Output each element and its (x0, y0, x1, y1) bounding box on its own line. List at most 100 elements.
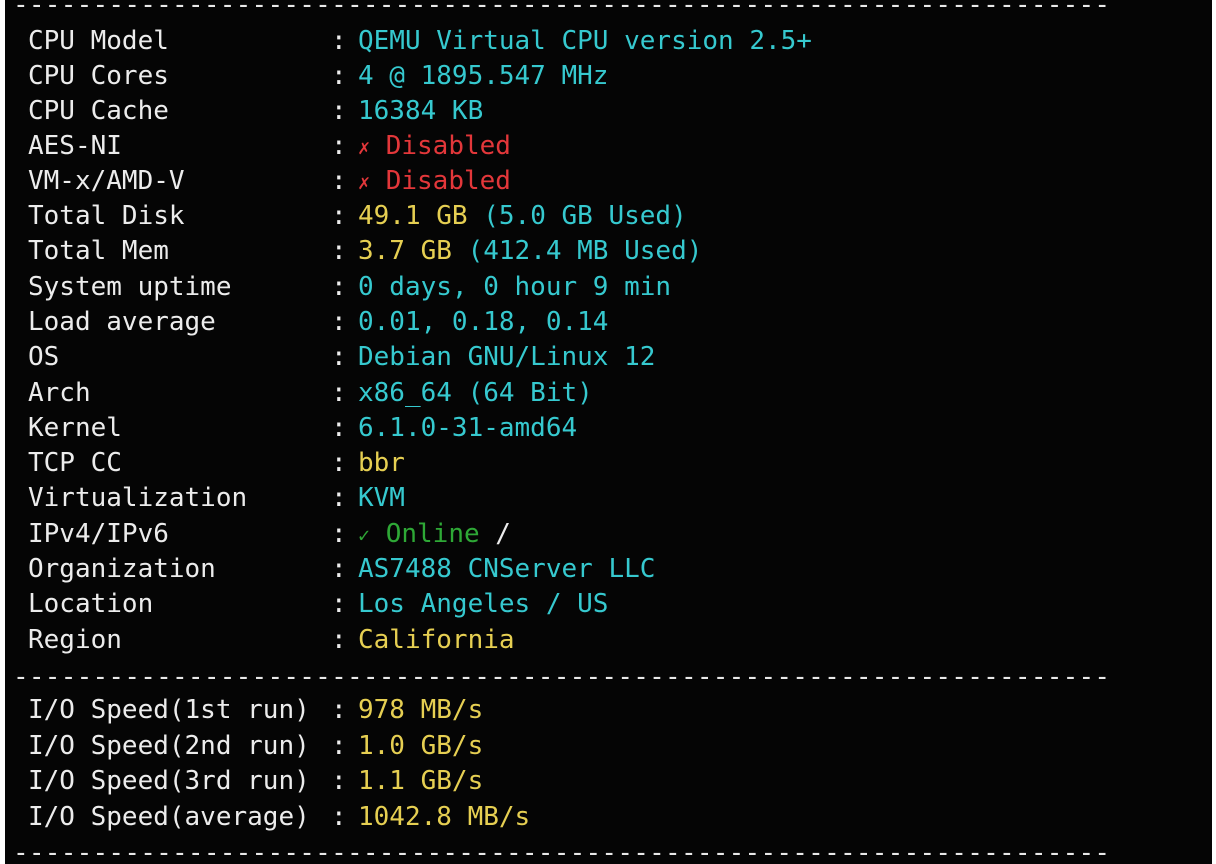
row-label: Region (28, 625, 122, 655)
info-row-aes-ni: AES-NI : ✗ Disabled (28, 129, 511, 163)
row-value: Los Angeles / US (358, 589, 609, 619)
row-value: 978 MB/s (358, 695, 484, 725)
terminal-window: ----------------------------------------… (5, 0, 1212, 864)
row-value: QEMU Virtual CPU version 2.5+ (358, 26, 812, 56)
row-separator: : (331, 61, 347, 91)
row-value-extra: (412.4 MB Used) (467, 236, 703, 266)
info-row-ipv4-ipv6: IPv4/IPv6 : ✓ Online / (28, 517, 511, 551)
row-value-group: ✗ Disabled (358, 129, 511, 164)
row-separator: : (331, 236, 347, 266)
row-separator: : (331, 731, 347, 761)
row-separator: : (331, 413, 347, 443)
row-separator: : (331, 625, 347, 655)
row-label: I/O Speed(3rd run) (28, 766, 310, 796)
row-separator: : (331, 131, 347, 161)
row-separator: : (331, 802, 347, 832)
row-label: Load average (28, 307, 216, 337)
row-label: Total Disk (28, 201, 185, 231)
row-value: x86_64 (64 Bit) (358, 378, 593, 408)
info-row-kernel: Kernel : 6.1.0-31-amd64 (28, 411, 577, 445)
row-label: AES-NI (28, 131, 122, 161)
row-value: Debian GNU/Linux 12 (358, 342, 656, 372)
row-label: Kernel (28, 413, 122, 443)
row-label: I/O Speed(average) (28, 802, 310, 832)
info-row-cpu-cache: CPU Cache : 16384 KB (28, 94, 483, 128)
row-label: CPU Model (28, 26, 169, 56)
row-label: VM-x/AMD-V (28, 166, 185, 196)
io-row-3rd-run: I/O Speed(3rd run) : 1.1 GB/s (28, 764, 483, 798)
info-row-uptime: System uptime : 0 days, 0 hour 9 min (28, 270, 671, 304)
row-separator: : (331, 483, 347, 513)
row-separator: : (331, 342, 347, 372)
info-row-vmx-amdv: VM-x/AMD-V : ✗ Disabled (28, 164, 511, 198)
row-label: I/O Speed(2nd run) (28, 731, 310, 761)
row-label: Location (28, 589, 154, 619)
info-row-os: OS : Debian GNU/Linux 12 (28, 340, 655, 374)
row-separator: : (331, 448, 347, 478)
row-value: 1.0 GB/s (358, 731, 484, 761)
check-icon: ✓ (358, 523, 371, 547)
row-separator: : (331, 766, 347, 796)
io-row-1st-run: I/O Speed(1st run) : 978 MB/s (28, 693, 483, 727)
row-label: Arch (28, 378, 91, 408)
row-label: OS (28, 342, 60, 372)
row-separator: : (331, 307, 347, 337)
row-value-group: 3.7 GB (412.4 MB Used) (358, 234, 702, 268)
io-row-average: I/O Speed(average) : 1042.8 MB/s (28, 800, 530, 834)
info-row-arch: Arch : x86_64 (64 Bit) (28, 376, 593, 410)
row-label: TCP CC (28, 448, 122, 478)
row-label: Organization (28, 554, 216, 584)
row-separator: : (331, 96, 347, 126)
info-row-virtualization: Virtualization : KVM (28, 481, 405, 515)
row-label: CPU Cores (28, 61, 169, 91)
row-separator: : (331, 378, 347, 408)
cross-icon: ✗ (358, 170, 371, 194)
row-value: Disabled (385, 131, 511, 161)
row-value: 16384 KB (358, 96, 484, 126)
row-value: Online (385, 519, 480, 549)
row-separator: : (331, 272, 347, 302)
info-row-region: Region : California (28, 623, 515, 657)
divider-top: ----------------------------------------… (13, 0, 1113, 20)
row-label: Total Mem (28, 236, 169, 266)
row-label: IPv4/IPv6 (28, 519, 169, 549)
row-separator: : (331, 201, 347, 231)
row-value: California (358, 625, 515, 655)
row-value: bbr (358, 448, 405, 478)
row-value: Disabled (385, 166, 511, 196)
info-row-total-disk: Total Disk : 49.1 GB (5.0 GB Used) (28, 199, 687, 233)
row-value: AS7488 CNServer LLC (358, 554, 656, 584)
cross-icon: ✗ (358, 135, 371, 159)
row-value-suffix: / (495, 519, 511, 549)
row-label: CPU Cache (28, 96, 169, 126)
row-value: 1.1 GB/s (358, 766, 484, 796)
info-row-location: Location : Los Angeles / US (28, 587, 608, 621)
row-separator: : (331, 519, 347, 549)
info-row-organization: Organization : AS7488 CNServer LLC (28, 552, 655, 586)
info-row-tcp-cc: TCP CC : bbr (28, 446, 405, 480)
row-value: 1042.8 MB/s (358, 802, 531, 832)
row-value: 49.1 GB (358, 201, 468, 231)
row-value-group: 49.1 GB (5.0 GB Used) (358, 199, 687, 233)
row-label: Virtualization (28, 483, 248, 513)
row-separator: : (331, 166, 347, 196)
info-row-cpu-model: CPU Model : QEMU Virtual CPU version 2.5… (28, 24, 812, 58)
info-row-total-mem: Total Mem : 3.7 GB (412.4 MB Used) (28, 234, 702, 268)
row-value: 4 @ 1895.547 MHz (358, 61, 609, 91)
divider-middle: ----------------------------------------… (13, 662, 1113, 692)
row-value: 0.01, 0.18, 0.14 (358, 307, 609, 337)
row-value-extra: (5.0 GB Used) (483, 201, 687, 231)
row-value: KVM (358, 483, 405, 513)
io-row-2nd-run: I/O Speed(2nd run) : 1.0 GB/s (28, 729, 483, 763)
divider-bottom: ----------------------------------------… (13, 838, 1113, 864)
row-separator: : (331, 26, 347, 56)
row-separator: : (331, 589, 347, 619)
row-value: 6.1.0-31-amd64 (358, 413, 578, 443)
info-row-load-average: Load average : 0.01, 0.18, 0.14 (28, 305, 608, 339)
row-separator: : (331, 695, 347, 725)
row-value: 0 days, 0 hour 9 min (358, 272, 672, 302)
row-value-group: ✗ Disabled (358, 164, 511, 199)
row-label: I/O Speed(1st run) (28, 695, 310, 725)
row-value: 3.7 GB (358, 236, 452, 266)
info-row-cpu-cores: CPU Cores : 4 @ 1895.547 MHz (28, 59, 608, 93)
